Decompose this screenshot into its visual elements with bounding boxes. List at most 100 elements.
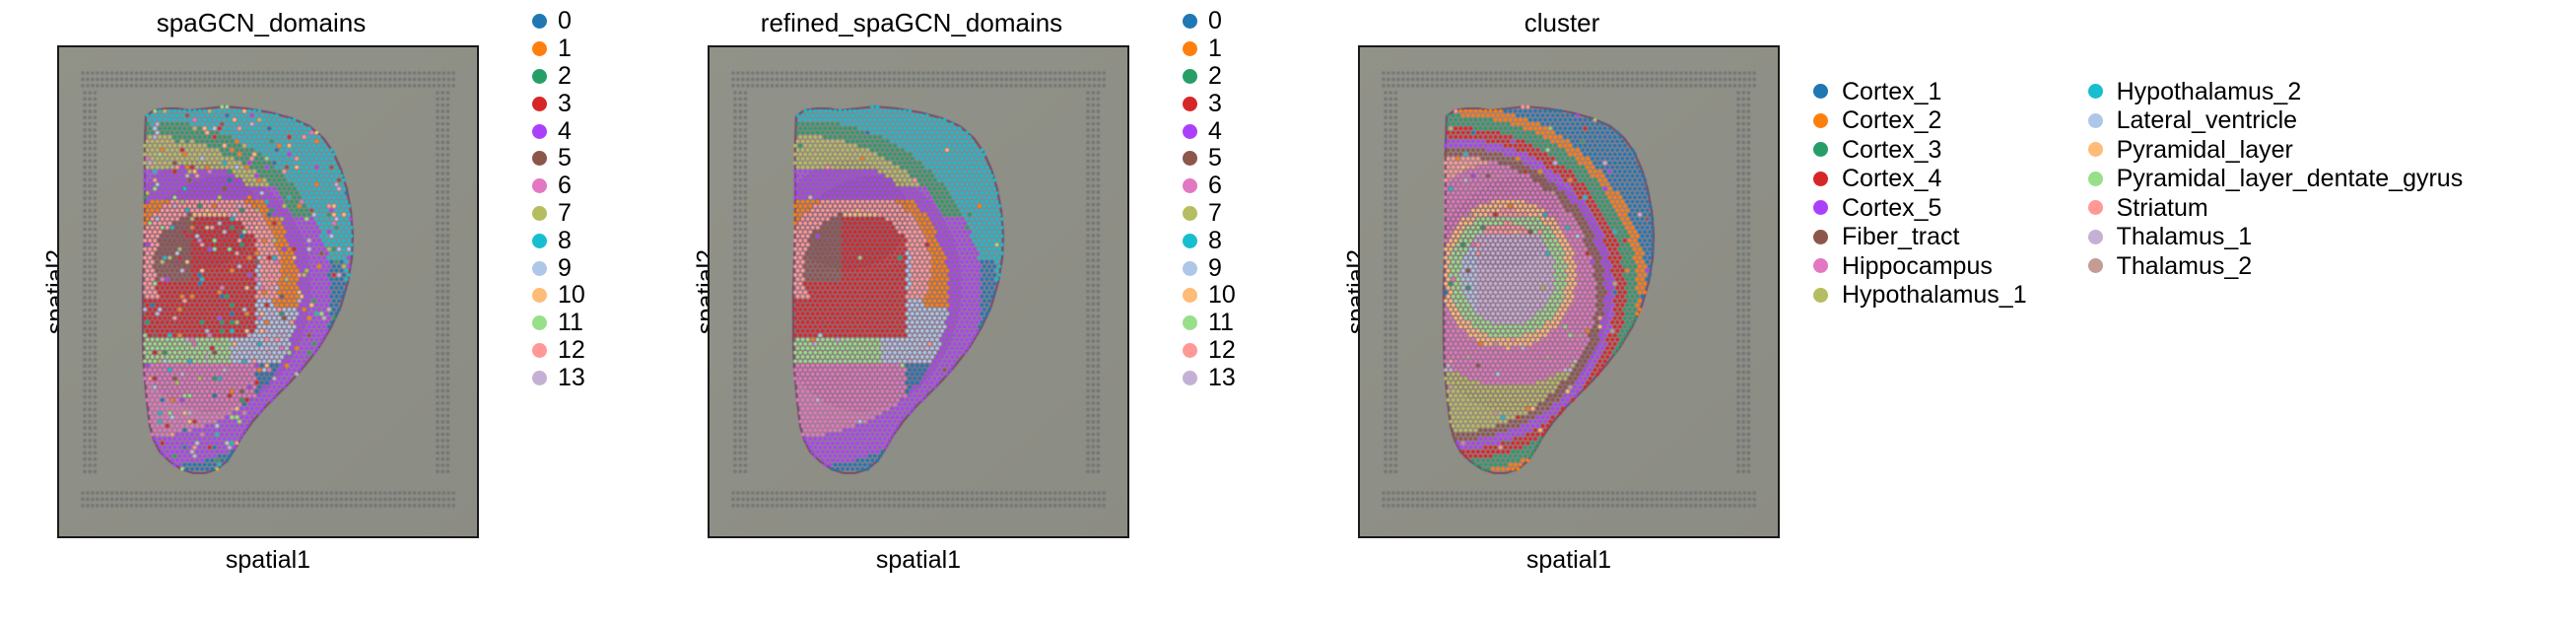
legend-item[interactable]: 4 bbox=[532, 117, 623, 145]
legend-item[interactable]: 3 bbox=[532, 90, 623, 117]
legend-label: 9 bbox=[558, 253, 572, 282]
legend-label: 11 bbox=[558, 309, 583, 337]
legend-marker-dot-icon bbox=[2087, 229, 2103, 244]
axes-wrapper: spatial2 spatial1 bbox=[42, 45, 479, 574]
legend-marker-dot-icon bbox=[1183, 233, 1197, 248]
legend-marker-dot-icon bbox=[532, 260, 547, 276]
legend-label: 1 bbox=[558, 35, 572, 63]
legend-item[interactable]: 10 bbox=[532, 282, 623, 310]
legend-marker-dot-icon bbox=[1183, 370, 1197, 385]
legend-item[interactable]: Fiber_tract bbox=[1813, 223, 2027, 252]
legend-marker-dot-icon bbox=[1183, 151, 1197, 167]
legend-item[interactable]: Hypothalamus_2 bbox=[2087, 77, 2464, 106]
legend-marker-dot-icon bbox=[1183, 68, 1197, 84]
legend-marker-dot-icon bbox=[1813, 84, 1828, 100]
legend-marker-dot-icon bbox=[532, 342, 547, 358]
legend-item[interactable]: 0 bbox=[532, 8, 623, 35]
legend-label: Hypothalamus_2 bbox=[2116, 77, 2302, 105]
legend-label: 2 bbox=[1208, 61, 1222, 90]
legend-label: 12 bbox=[558, 335, 585, 364]
tissue-scatter-plot[interactable] bbox=[710, 47, 1127, 536]
legend-label: Cortex_3 bbox=[1842, 135, 1942, 164]
legend-item[interactable]: 10 bbox=[1183, 282, 1273, 310]
legend-marker-dot-icon bbox=[1813, 258, 1828, 274]
legend-label: Striatum bbox=[2116, 193, 2208, 222]
legend-item[interactable]: 9 bbox=[532, 254, 623, 282]
legend-label: Pyramidal_layer_dentate_gyrus bbox=[2116, 165, 2464, 193]
legend-item[interactable]: Pyramidal_layer_dentate_gyrus bbox=[2087, 165, 2464, 194]
legend-item[interactable]: Thalamus_1 bbox=[2087, 223, 2464, 252]
legend-item[interactable]: 8 bbox=[532, 227, 623, 254]
legend-item[interactable]: 13 bbox=[1183, 364, 1273, 391]
legend-item[interactable]: Cortex_1 bbox=[1813, 77, 2027, 106]
legend-item[interactable]: 0 bbox=[1183, 8, 1273, 35]
legend-cluster-column-2[interactable]: Hypothalamus_2 Lateral_ventricle Pyramidal… bbox=[2087, 77, 2464, 310]
legend-label: 0 bbox=[558, 7, 572, 35]
legend-item[interactable]: 1 bbox=[1183, 35, 1273, 63]
panel-title: cluster bbox=[1524, 8, 1600, 37]
tissue-scatter-plot[interactable] bbox=[1360, 47, 1778, 536]
legend-marker-dot-icon bbox=[1183, 178, 1197, 194]
legend-item[interactable]: 12 bbox=[532, 335, 623, 365]
scatter-axes[interactable] bbox=[708, 45, 1129, 538]
legend-cluster-column-1[interactable]: Cortex_1 Cortex_2 Cortex_3 Cortex_4 Cortex_5… bbox=[1813, 77, 2027, 310]
legend-marker-dot-icon bbox=[2087, 84, 2103, 100]
legend-item[interactable]: Cortex_4 bbox=[1813, 165, 2027, 194]
x-axis-label: spatial1 bbox=[225, 546, 311, 574]
axes-wrapper: spatial2 spatial1 bbox=[693, 45, 1129, 574]
legend-marker-dot-icon bbox=[1183, 205, 1197, 221]
legend-item[interactable]: 9 bbox=[1183, 254, 1273, 282]
legend-item[interactable]: 3 bbox=[1183, 90, 1273, 117]
legend-label: 6 bbox=[1208, 172, 1222, 200]
legend-marker-dot-icon bbox=[1183, 41, 1197, 57]
tissue-scatter-plot[interactable] bbox=[59, 47, 477, 536]
legend-item[interactable]: 7 bbox=[532, 198, 623, 228]
legend-marker-dot-icon bbox=[1813, 142, 1828, 158]
legend-item[interactable]: 7 bbox=[1183, 199, 1273, 228]
legend-item[interactable]: Lateral_ventricle bbox=[2087, 106, 2464, 136]
legend-marker-dot-icon bbox=[2087, 112, 2103, 128]
legend-item[interactable]: 11 bbox=[1183, 310, 1273, 337]
legend-item[interactable]: Pyramidal_layer bbox=[2087, 135, 2464, 165]
legend-item[interactable]: Cortex_2 bbox=[1813, 106, 2027, 136]
legend-item[interactable]: 12 bbox=[1183, 335, 1273, 365]
legend-domains-panel2[interactable]: 0 1 2 3 4 5 6 7 8 9 10 11 12 13 bbox=[1183, 8, 1273, 391]
legend-label: Pyramidal_layer bbox=[2116, 135, 2293, 164]
legend-item[interactable]: Cortex_5 bbox=[1813, 193, 2027, 223]
legend-item[interactable]: 4 bbox=[1183, 117, 1273, 145]
figure-canvas: spaGCN_domains spatial2 spatial1 0123456… bbox=[0, 0, 2576, 623]
legend-item[interactable]: 1 bbox=[532, 35, 623, 63]
legend-item[interactable]: Hippocampus bbox=[1813, 251, 2027, 281]
legend-item[interactable]: 13 bbox=[532, 364, 623, 391]
legend-item[interactable]: 6 bbox=[1183, 173, 1273, 200]
legend-item[interactable]: Striatum bbox=[2087, 193, 2464, 223]
legend-item[interactable]: Hypothalamus_1 bbox=[1813, 281, 2027, 311]
legend-label: 0 bbox=[1208, 7, 1222, 35]
legend-label: 10 bbox=[1208, 281, 1236, 310]
legend-item[interactable]: 5 bbox=[532, 145, 623, 173]
legend-item[interactable]: 2 bbox=[1183, 61, 1273, 91]
legend-item[interactable]: 6 bbox=[532, 173, 623, 200]
legend-item[interactable]: 11 bbox=[532, 310, 623, 337]
legend-label: 10 bbox=[558, 281, 585, 310]
legend-marker-dot-icon bbox=[1183, 96, 1197, 111]
legend-label: Cortex_5 bbox=[1842, 193, 1942, 222]
legend-label: Cortex_2 bbox=[1842, 106, 1942, 135]
legend-label: 4 bbox=[1208, 116, 1222, 145]
legend-cluster[interactable]: Cortex_1 Cortex_2 Cortex_3 Cortex_4 Cortex_5… bbox=[1813, 77, 2562, 310]
legend-label: 8 bbox=[558, 226, 572, 254]
scatter-axes[interactable] bbox=[57, 45, 479, 538]
legend-item[interactable]: 2 bbox=[532, 62, 623, 91]
legend-marker-dot-icon bbox=[2087, 258, 2103, 274]
legend-item[interactable]: Cortex_3 bbox=[1813, 135, 2027, 165]
legend-item[interactable]: 8 bbox=[1183, 227, 1273, 254]
legend-label: 7 bbox=[558, 198, 572, 227]
legend-domains-panel1[interactable]: 0 1 2 3 4 5 6 7 8 9 10 11 12 13 bbox=[532, 8, 623, 391]
scatter-axes[interactable] bbox=[1358, 45, 1780, 538]
legend-label: Thalamus_1 bbox=[2116, 223, 2253, 251]
legend-item[interactable]: 5 bbox=[1183, 145, 1273, 173]
legend-label: 12 bbox=[1208, 335, 1236, 364]
legend-label: Fiber_tract bbox=[1842, 223, 1960, 251]
legend-item[interactable]: Thalamus_2 bbox=[2087, 251, 2464, 281]
legend-label: 3 bbox=[558, 89, 572, 117]
